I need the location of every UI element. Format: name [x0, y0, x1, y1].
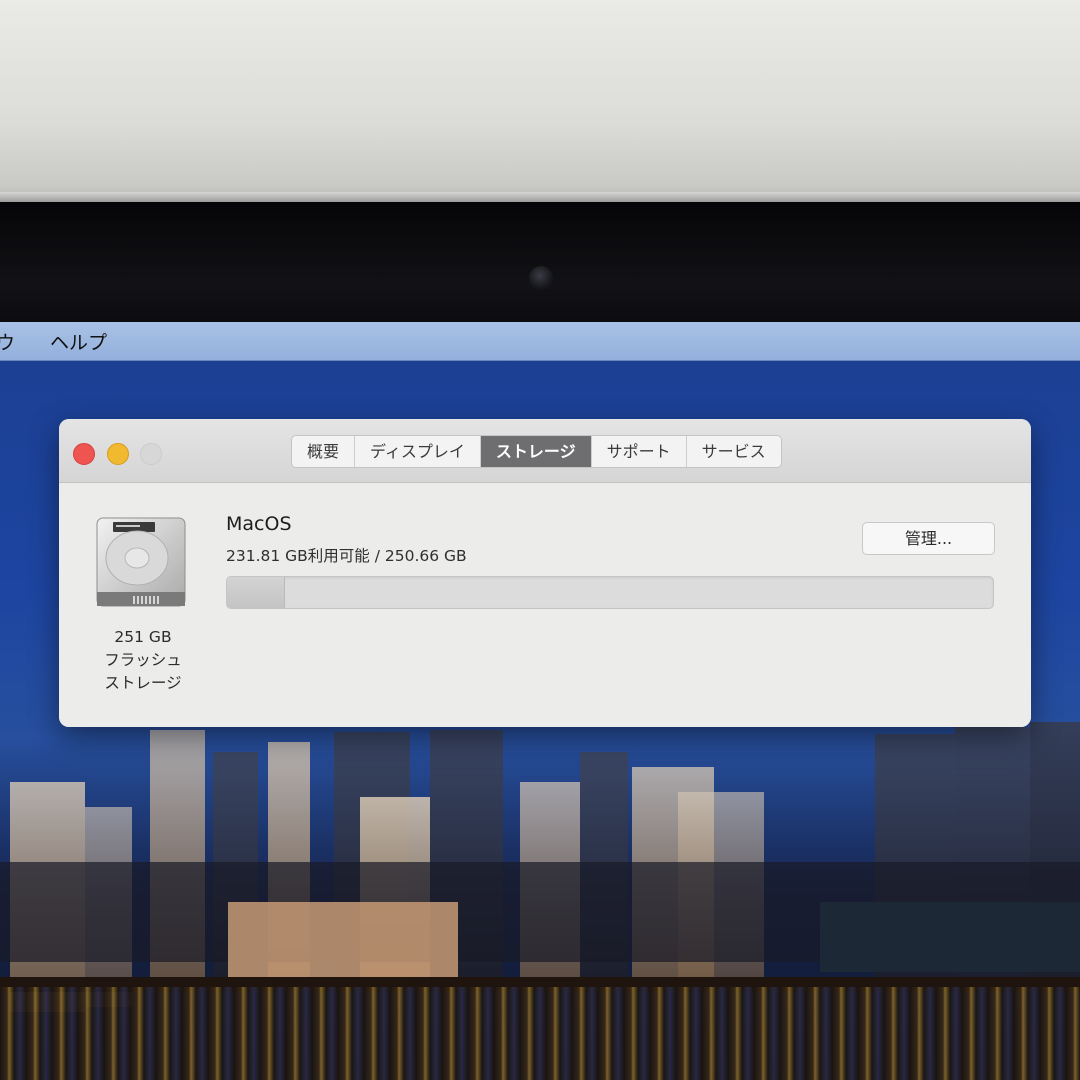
- hard-drive-icon: [96, 517, 186, 607]
- close-button[interactable]: [73, 443, 95, 465]
- disk-type-line1: フラッシュ: [104, 651, 182, 669]
- tab-storage[interactable]: ストレージ: [480, 436, 592, 467]
- disk-capacity: 251 GB: [114, 628, 172, 646]
- menu-item-help[interactable]: ヘルプ: [50, 328, 107, 355]
- tab-bar: 概要 ディスプレイ ストレージ サポート サービス: [291, 435, 782, 468]
- volume-name: MacOS: [226, 513, 292, 535]
- disk-caption: 251 GB フラッシュ ストレージ: [79, 626, 207, 695]
- manage-button[interactable]: 管理...: [862, 522, 995, 555]
- screen-bezel: [0, 202, 1080, 322]
- storage-usage-bar: [226, 576, 994, 609]
- tab-overview[interactable]: 概要: [292, 436, 356, 467]
- menu-item-window[interactable]: ウ: [0, 328, 15, 355]
- tab-displays[interactable]: ディスプレイ: [355, 436, 481, 467]
- about-this-mac-window: 概要 ディスプレイ ストレージ サポート サービス 251 GB フラッシュ ス…: [59, 419, 1031, 727]
- title-bar: 概要 ディスプレイ ストレージ サポート サービス: [59, 419, 1031, 483]
- laptop-bezel-top: [0, 0, 1080, 200]
- storage-panel: 251 GB フラッシュ ストレージ MacOS 231.81 GB利用可能 /…: [59, 483, 1031, 727]
- zoom-button: [140, 443, 162, 465]
- minimize-button[interactable]: [107, 443, 129, 465]
- disk-type-line2: ストレージ: [104, 674, 182, 692]
- wallpaper-water-reflection: [0, 987, 1080, 1080]
- menu-bar: ウ ヘルプ: [0, 322, 1080, 361]
- webcam: [529, 266, 553, 290]
- storage-usage-fill: [227, 577, 286, 608]
- tab-service[interactable]: サービス: [687, 436, 781, 467]
- volume-availability: 231.81 GB利用可能 / 250.66 GB: [226, 547, 467, 565]
- tab-support[interactable]: サポート: [592, 436, 687, 467]
- laptop-bezel-edge: [0, 192, 1080, 202]
